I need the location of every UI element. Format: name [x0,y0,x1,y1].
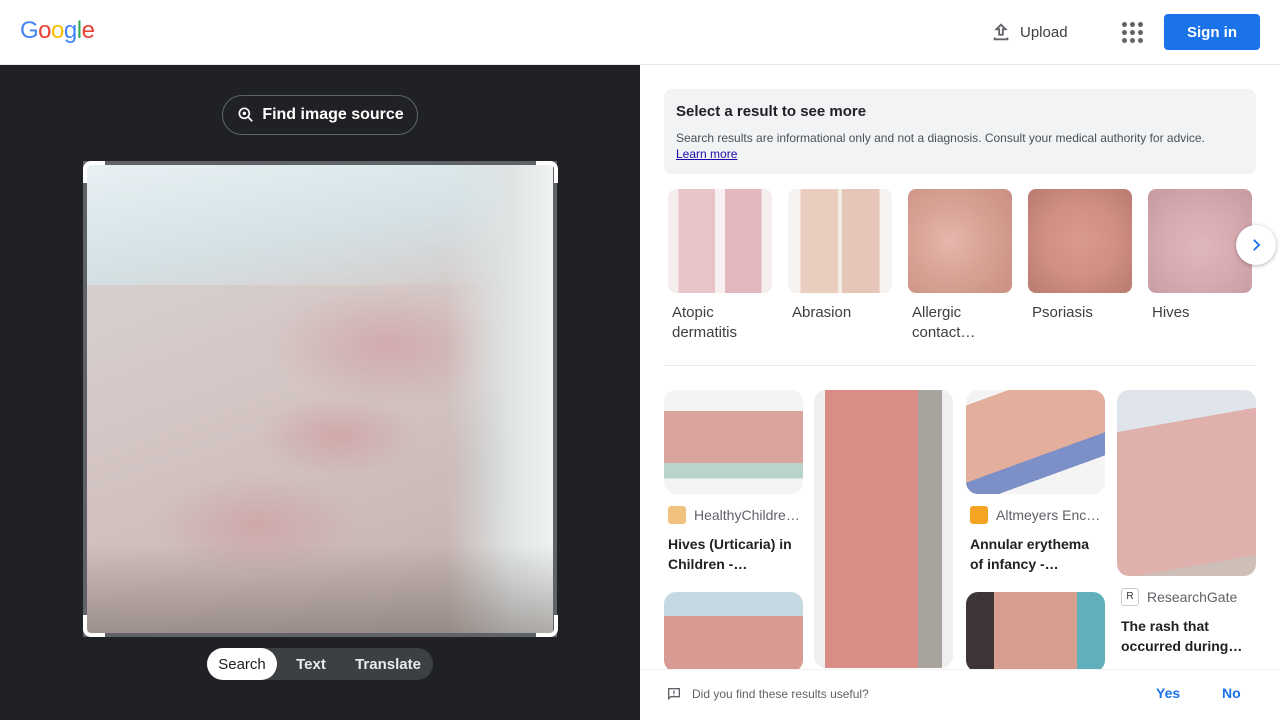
section-divider [664,365,1256,366]
site-favicon [970,506,988,524]
logo-letter: o [51,17,64,44]
result-source: HealthyChildre… [664,506,803,524]
crop-handle-top-left[interactable] [83,161,105,183]
mode-search-tab[interactable]: Search [207,648,277,680]
condition-carousel: Atopic dermatitis Abrasion Allergic cont… [664,189,1264,349]
feedback-no-button[interactable]: No [1222,685,1241,701]
result-source: Altmeyers Enc… [966,506,1105,524]
condition-card[interactable]: Psoriasis [1028,189,1132,323]
visual-match-card[interactable] [664,592,803,672]
sign-in-button[interactable]: Sign in [1164,14,1260,50]
mode-text-tab[interactable]: Text [277,648,345,680]
condition-thumbnail [668,189,772,293]
condition-card[interactable]: Atopic dermatitis [668,189,772,343]
find-image-source-button[interactable]: Find image source [222,95,418,135]
visual-match-card[interactable]: HealthyChildre… Hives (Urticaria) in Chi… [664,390,803,574]
result-title: Hives (Urticaria) in Children -… [668,536,792,572]
result-image [1117,390,1256,576]
results-pane: Select a result to see more Search resul… [640,65,1280,720]
site-favicon: R [1121,588,1139,606]
result-image [966,390,1105,494]
query-image [87,165,553,633]
visual-match-card[interactable] [966,592,1105,672]
crop-frame-right [553,161,557,637]
result-image [664,390,803,494]
condition-label: Psoriasis [1032,304,1093,321]
lens-search-icon [238,107,254,122]
feedback-yes-button[interactable]: Yes [1156,685,1180,701]
logo-letter: e [81,17,95,44]
source-name: ResearchGate [1147,589,1238,605]
crop-handle-top-right[interactable] [536,161,558,183]
condition-thumbnail [1028,189,1132,293]
upload-label: Upload [1020,23,1068,41]
crop-frame-bottom [83,633,557,637]
chevron-right-icon [1253,239,1261,251]
notice-text: Search results are informational only an… [676,131,1205,145]
crop-handle-bottom-right[interactable] [536,615,558,637]
feedback-icon [668,688,680,701]
source-name: Altmeyers Enc… [996,507,1101,523]
visual-match-card[interactable]: R ResearchGate The rash that occurred du… [1117,390,1256,656]
upload-button[interactable]: Upload [990,17,1068,47]
logo-letter: G [20,17,39,44]
top-bar: Google Upload Sign in [0,0,1280,65]
condition-label: Hives [1152,304,1190,321]
condition-thumbnail [908,189,1012,293]
result-title: The rash that occurred during… [1121,618,1243,654]
source-name: HealthyChildre… [694,507,800,523]
result-title: Annular erythema of infancy -… [970,536,1090,572]
carousel-next-button[interactable] [1236,225,1276,265]
notice-title: Select a result to see more [676,103,867,120]
condition-thumbnail [788,189,892,293]
condition-card[interactable]: Abrasion [788,189,892,323]
google-logo[interactable]: Google [20,17,95,45]
find-image-source-label: Find image source [262,106,404,123]
medical-notice: Select a result to see more Search resul… [664,89,1256,174]
condition-card[interactable]: Hives [1148,189,1252,323]
crop-handle-bottom-left[interactable] [83,615,105,637]
result-source: R ResearchGate [1117,588,1256,606]
condition-label: Abrasion [792,304,852,321]
apps-grid-icon[interactable] [1120,20,1144,44]
visual-match-card[interactable]: Altmeyers Enc… Annular erythema of infan… [966,390,1105,574]
upload-icon [993,23,1009,41]
condition-label: Atopic dermatitis [672,304,738,341]
result-image [966,592,1105,672]
result-image [814,390,953,668]
learn-more-link[interactable]: Learn more [676,147,737,161]
visual-match-card[interactable] [814,390,953,668]
site-favicon [668,506,686,524]
mode-translate-tab[interactable]: Translate [345,648,431,680]
feedback-question: Did you find these results useful? [692,687,869,701]
result-image [664,592,803,672]
feedback-bar: Did you find these results useful? Yes N… [640,669,1280,720]
notice-body: Search results are informational only an… [676,130,1244,162]
logo-letter: g [63,17,77,44]
image-preview-pane: Find image source Search Text Translate [0,65,640,720]
mode-switcher: Search Text Translate [207,648,433,680]
condition-card[interactable]: Allergic contact… [908,189,1012,343]
condition-label: Allergic contact… [912,304,976,341]
logo-letter: o [38,17,52,44]
